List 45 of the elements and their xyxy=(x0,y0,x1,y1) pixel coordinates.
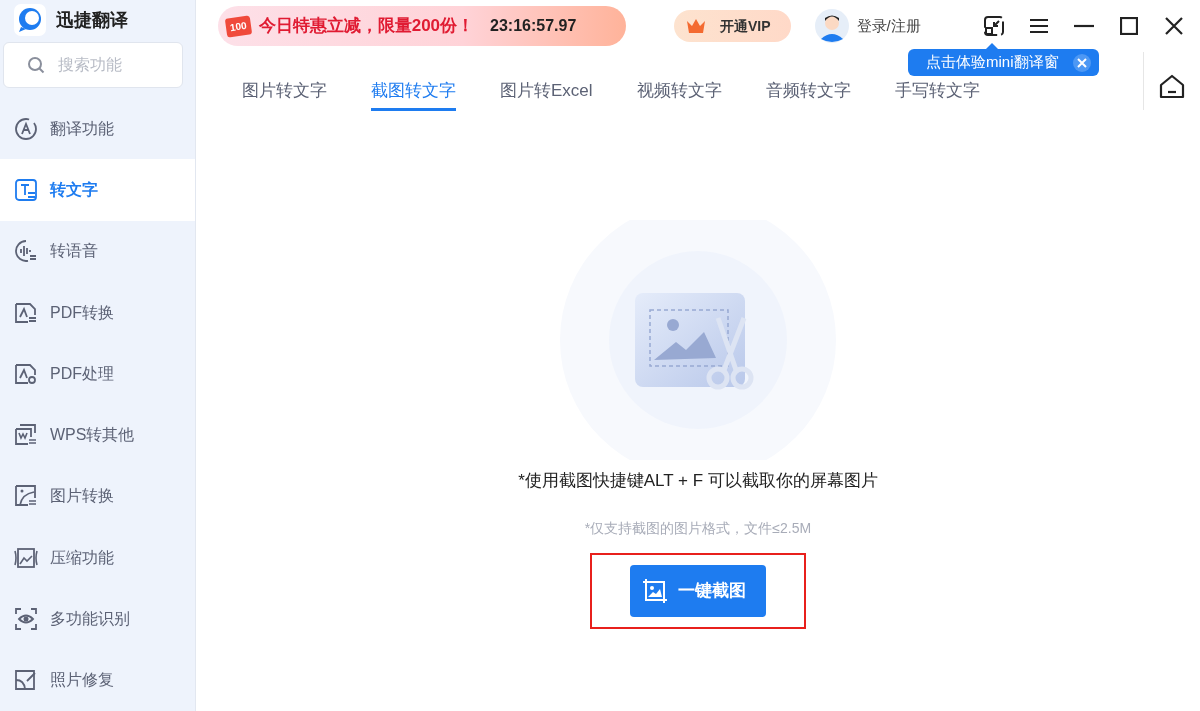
feature-icon xyxy=(14,545,38,570)
search-field[interactable]: 搜索功能 xyxy=(3,42,183,89)
screenshot-button[interactable]: 一键截图 xyxy=(630,564,766,617)
login-button[interactable]: 登录/注册 xyxy=(814,9,921,43)
feature-icon xyxy=(14,177,38,202)
format-note: *仅支持截图的图片格式，文件≤2.5M xyxy=(584,518,812,538)
tooltip-text: 点击体验mini翻译窗 xyxy=(926,52,1059,73)
feature-icon xyxy=(14,116,38,141)
tab[interactable]: 截图转文字 xyxy=(371,78,456,111)
promo-text: 今日特惠立减，限量200份！ xyxy=(258,15,475,38)
tab[interactable]: 音频转文字 xyxy=(765,78,851,111)
feature-icon xyxy=(14,361,38,386)
crop-image-icon xyxy=(642,577,668,604)
feature-icon xyxy=(14,423,38,448)
feature-icon xyxy=(14,484,38,509)
coupon-badge: 100 xyxy=(224,14,252,38)
sidebar-item[interactable]: 压缩功能 xyxy=(0,527,195,589)
vip-button[interactable]: 开通VIP xyxy=(674,10,791,42)
home-icon[interactable] xyxy=(1159,74,1185,100)
app-name: 迅捷翻译 xyxy=(56,8,128,32)
promo-banner[interactable]: 100 今日特惠立减，限量200份！ 23:16:57.97 xyxy=(218,6,626,46)
sidebar-item[interactable]: 多功能识别 xyxy=(0,588,195,650)
sidebar-item[interactable]: WPS转其他 xyxy=(0,404,195,466)
sidebar-item[interactable]: PDF处理 xyxy=(0,343,195,405)
shortcut-hint: *使用截图快捷键ALT + F 可以截取你的屏幕图片 xyxy=(518,470,878,492)
feature-icon xyxy=(14,300,38,325)
countdown-timer: 23:16:57.97 xyxy=(490,16,577,36)
feature-icon xyxy=(14,607,38,632)
sidebar-item[interactable]: 照片修复 xyxy=(0,649,195,711)
crown-icon xyxy=(686,18,706,34)
sidebar-item[interactable]: 翻译功能 xyxy=(0,98,195,160)
avatar-icon xyxy=(814,9,849,43)
tab[interactable]: 图片转Excel xyxy=(500,78,593,111)
sidebar-item[interactable]: 图片转换 xyxy=(0,465,195,528)
feature-icon xyxy=(14,239,38,264)
sidebar-item[interactable]: 转语音 xyxy=(0,220,195,282)
maximize-icon[interactable] xyxy=(1117,14,1141,38)
app-logo-icon xyxy=(14,4,46,36)
sidebar-item[interactable]: 转文字 xyxy=(0,159,195,221)
mini-window-icon[interactable] xyxy=(982,14,1006,38)
tab[interactable]: 图片转文字 xyxy=(242,78,327,111)
feature-icon xyxy=(14,668,38,693)
tab[interactable]: 手写转文字 xyxy=(894,78,980,111)
sidebar-item[interactable]: PDF转换 xyxy=(0,281,195,344)
tab[interactable]: 视频转文字 xyxy=(636,78,722,111)
